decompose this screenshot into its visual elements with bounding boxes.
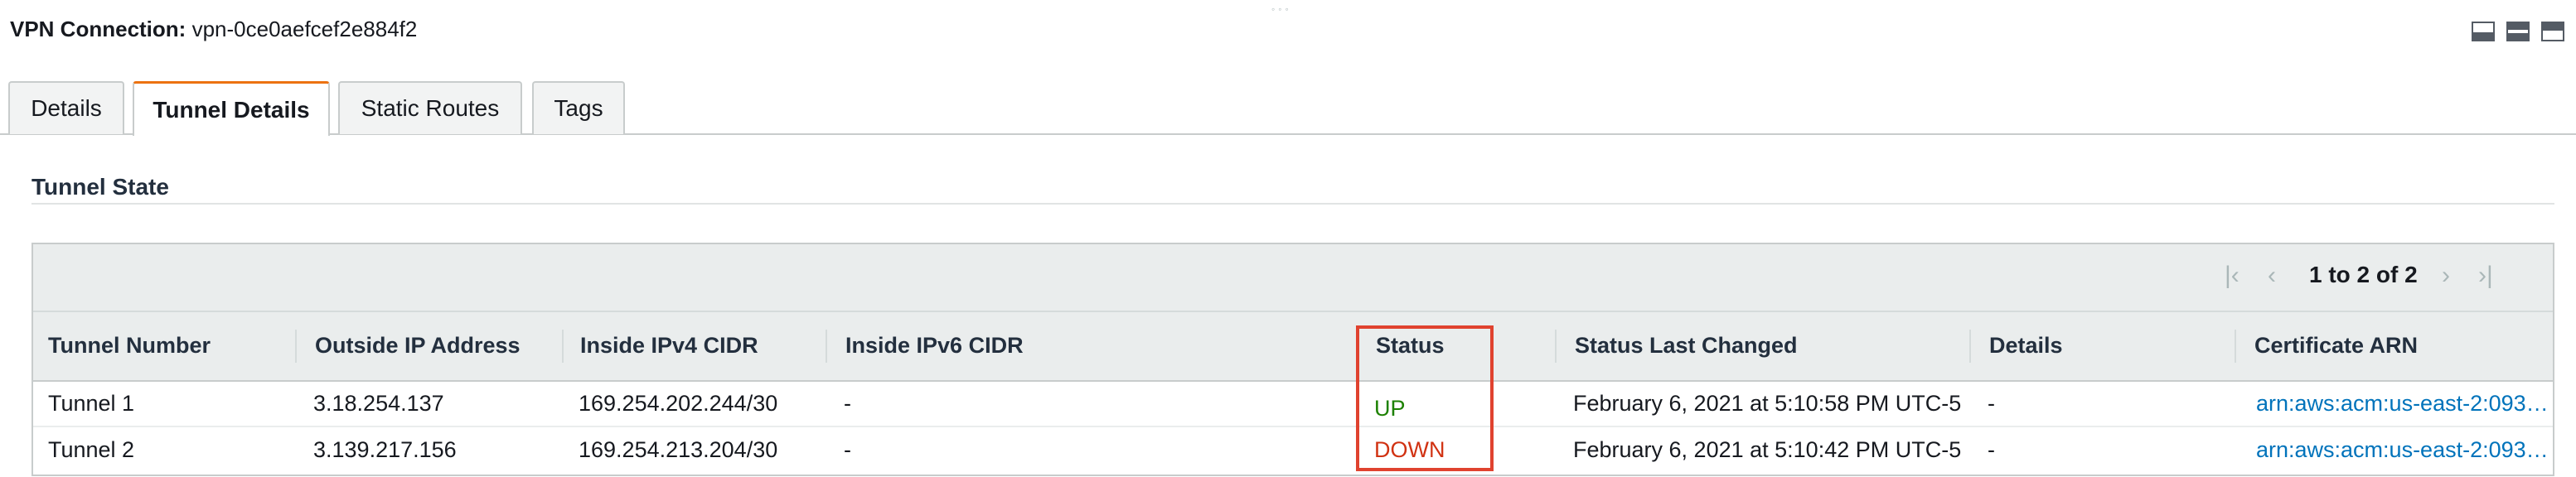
column-header-outside-ip[interactable]: Outside IP Address [315, 333, 521, 359]
layout-bottom-icon[interactable] [2472, 22, 2495, 41]
drag-handle[interactable]: ◦◦◦ [1271, 3, 1292, 15]
page-title-label: VPN Connection: [10, 17, 186, 41]
certificate-arn-link[interactable]: arn:aws:acm:us-east-2:093… [2256, 437, 2549, 463]
cell-inside-ipv4: 169.254.202.244/30 [579, 391, 778, 416]
column-header-inside-ipv4[interactable]: Inside IPv4 CIDR [580, 333, 758, 359]
column-divider[interactable] [2235, 330, 2236, 363]
tab-details[interactable]: Details [8, 81, 124, 134]
cell-outside-ip: 3.139.217.156 [313, 437, 457, 462]
status-highlight-box [1356, 325, 1494, 471]
column-header-tunnel-number[interactable]: Tunnel Number [48, 333, 211, 359]
cell-inside-ipv6: - [844, 391, 851, 416]
cell-outside-ip: 3.18.254.137 [313, 391, 444, 416]
cell-tunnel-number: Tunnel 1 [48, 391, 135, 416]
column-header-certificate-arn[interactable]: Certificate ARN [2254, 333, 2418, 359]
column-header-status-last-changed[interactable]: Status Last Changed [1575, 333, 1798, 359]
layout-split-icon[interactable] [2506, 22, 2530, 41]
vpn-connection-id: vpn-0ce0aefcef2e884f2 [191, 17, 418, 41]
column-divider[interactable] [562, 330, 564, 363]
column-divider[interactable] [1969, 330, 1971, 363]
column-divider[interactable] [1555, 330, 1557, 363]
certificate-arn-link[interactable]: arn:aws:acm:us-east-2:093… [2256, 391, 2549, 417]
tab-static-routes[interactable]: Static Routes [338, 81, 522, 134]
cell-tunnel-number: Tunnel 2 [48, 437, 135, 462]
cell-status-last-changed: February 6, 2021 at 5:10:58 PM UTC-5 [1573, 391, 1962, 416]
cell-details: - [1988, 391, 1995, 416]
last-page-icon[interactable]: ›| [2478, 262, 2493, 290]
column-header-details[interactable]: Details [1989, 333, 2063, 359]
next-page-icon[interactable]: › [2442, 262, 2450, 290]
tab-tags[interactable]: Tags [532, 81, 625, 134]
layout-top-icon[interactable] [2541, 22, 2564, 41]
page-title: VPN Connection: vpn-0ce0aefcef2e884f2 [10, 17, 417, 42]
table-toolbar [33, 244, 2553, 312]
section-divider [31, 203, 2554, 205]
prev-page-icon[interactable]: ‹ [2268, 262, 2276, 290]
pagination-text: 1 to 2 of 2 [2309, 262, 2418, 287]
row-divider [33, 426, 2553, 427]
cell-inside-ipv4: 169.254.213.204/30 [579, 437, 778, 462]
column-divider[interactable] [295, 330, 297, 363]
cell-details: - [1988, 437, 1995, 462]
section-title: Tunnel State [31, 174, 169, 200]
column-divider[interactable] [826, 330, 827, 363]
tab-tunnel-details[interactable]: Tunnel Details [133, 81, 330, 136]
cell-status-last-changed: February 6, 2021 at 5:10:42 PM UTC-5 [1573, 437, 1962, 462]
cell-inside-ipv6: - [844, 437, 851, 462]
column-header-inside-ipv6[interactable]: Inside IPv6 CIDR [845, 333, 1024, 359]
first-page-icon[interactable]: |‹ [2225, 262, 2239, 290]
